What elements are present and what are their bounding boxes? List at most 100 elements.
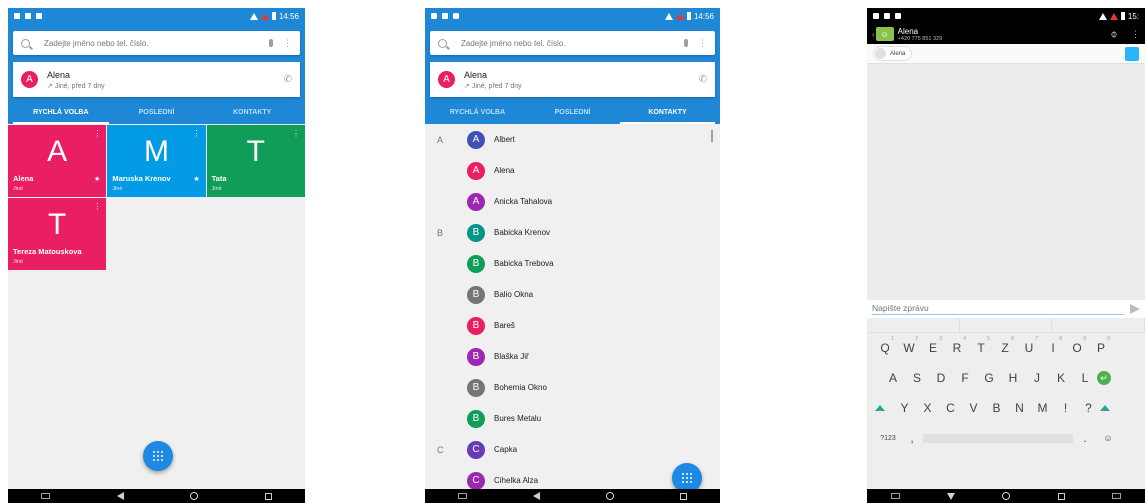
contact-row[interactable]: B Bareš: [425, 310, 720, 341]
letter-key[interactable]: B: [985, 401, 1008, 415]
letter-key[interactable]: Z6: [993, 336, 1017, 355]
battery-icon: [1120, 12, 1125, 20]
contact-row[interactable]: A Alena: [425, 155, 720, 186]
contact-row[interactable]: B Balio Okna: [425, 279, 720, 310]
hide-keyboard-button[interactable]: [947, 492, 956, 500]
tab-recent[interactable]: POSLEDNÍ: [525, 103, 620, 124]
tab-speed-dial[interactable]: RYCHLÁ VOLBA: [430, 103, 525, 124]
recent-call-card[interactable]: A Alena ↗ Jiné, před 7 dny ✆: [13, 62, 300, 97]
letter-key[interactable]: M: [1031, 401, 1054, 415]
letter-key[interactable]: J: [1025, 371, 1049, 385]
space-key[interactable]: [923, 433, 1073, 443]
emoji-key[interactable]: ☺: [1097, 433, 1119, 443]
letter-key[interactable]: N: [1008, 401, 1031, 415]
more-vert-icon[interactable]: ⋮: [93, 202, 101, 211]
recents-button[interactable]: [264, 492, 272, 500]
speed-dial-tile[interactable]: T ⋮ Tereza Matouskova Jiné: [8, 198, 107, 270]
letter-key[interactable]: C: [939, 401, 962, 415]
letter-key[interactable]: ?: [1077, 401, 1100, 415]
tab-contacts[interactable]: KONTAKTY: [204, 103, 300, 124]
add-contact-icon[interactable]: [1125, 46, 1139, 61]
call-icon[interactable]: ✆: [284, 74, 292, 85]
suggestion-slot[interactable]: [960, 318, 1053, 332]
back-button[interactable]: [533, 492, 540, 500]
letter-key[interactable]: F: [953, 371, 977, 385]
back-button[interactable]: [116, 492, 124, 500]
contact-row[interactable]: C C Capka: [425, 434, 720, 465]
speed-dial-tile[interactable]: A ⋮ Alena Jiné ★: [8, 125, 107, 197]
letter-key[interactable]: O9: [1065, 336, 1089, 355]
letter-key[interactable]: Q1: [873, 336, 897, 355]
send-icon[interactable]: [1130, 304, 1140, 314]
letter-key[interactable]: R4: [945, 336, 969, 355]
letter-key[interactable]: T5: [969, 336, 993, 355]
suggestion-slot[interactable]: [867, 318, 960, 332]
more-vert-icon[interactable]: ⋮: [698, 38, 707, 48]
contact-row[interactable]: B Bures Metalu: [425, 403, 720, 434]
recent-call-card[interactable]: A Alena ↗ Jiné, před 7 dny ✆: [430, 62, 715, 97]
contact-row[interactable]: B Bohemia Okno: [425, 372, 720, 403]
shift-key[interactable]: [1100, 405, 1110, 411]
letter-key[interactable]: K: [1049, 371, 1073, 385]
keyboard-icon[interactable]: [890, 493, 900, 499]
letter-key[interactable]: I8: [1041, 336, 1065, 355]
more-vert-icon[interactable]: ⋮: [1131, 29, 1140, 40]
dialpad-button[interactable]: [143, 441, 173, 471]
suggestion-slot[interactable]: [1052, 318, 1145, 332]
comma-key[interactable]: ,: [901, 431, 923, 445]
letter-key[interactable]: W2: [897, 336, 921, 355]
period-key[interactable]: .: [1073, 431, 1097, 445]
home-button[interactable]: [1002, 492, 1011, 500]
keyboard-icon[interactable]: [41, 493, 51, 499]
letter-key[interactable]: X: [916, 401, 939, 415]
signal-icon: [1109, 12, 1118, 20]
speed-dial-tile[interactable]: T ⋮ Tata Jiné: [206, 125, 305, 197]
call-icon[interactable]: ✆: [699, 74, 707, 85]
letter-key[interactable]: !: [1054, 401, 1077, 415]
contact-row[interactable]: A Anicka Tahalova: [425, 186, 720, 217]
letter-key[interactable]: Y: [893, 401, 916, 415]
enter-key[interactable]: ↵: [1097, 371, 1111, 385]
contact-row[interactable]: B Babicka Trebova: [425, 248, 720, 279]
tab-speed-dial[interactable]: RYCHLÁ VOLBA: [13, 103, 109, 124]
contact-avatar-icon[interactable]: ☺: [875, 27, 894, 41]
letter-key[interactable]: G: [977, 371, 1001, 385]
message-input[interactable]: Napište zprávu: [872, 303, 1124, 315]
recents-button[interactable]: [1057, 492, 1065, 500]
contact-name: Babicka Krenov: [494, 228, 551, 237]
letter-key[interactable]: P0: [1089, 336, 1113, 355]
letter-key[interactable]: U7: [1017, 336, 1041, 355]
section-letter: B: [437, 227, 444, 238]
recipient-chip[interactable]: Alena: [873, 46, 913, 61]
microphone-icon[interactable]: [269, 39, 273, 47]
contact-row[interactable]: A A Albert: [425, 124, 720, 155]
letter-key[interactable]: V: [962, 401, 985, 415]
more-vert-icon[interactable]: ⋮: [292, 129, 300, 138]
keyboard-icon[interactable]: [458, 493, 467, 499]
more-vert-icon[interactable]: ⋮: [93, 129, 101, 138]
speed-dial-tile[interactable]: M ⋮ Maruska Krenov Jiné ★: [107, 125, 206, 197]
home-button[interactable]: [190, 492, 199, 500]
back-icon[interactable]: ‹: [872, 30, 875, 39]
more-vert-icon[interactable]: ⋮: [193, 129, 201, 138]
home-button[interactable]: [606, 492, 614, 500]
letter-key[interactable]: D: [929, 371, 953, 385]
symbols-key[interactable]: ?123: [875, 435, 901, 442]
shift-key[interactable]: [875, 405, 885, 411]
tab-recent[interactable]: POSLEDNÍ: [109, 103, 205, 124]
recents-button[interactable]: [680, 492, 687, 500]
tab-contacts[interactable]: KONTAKTY: [620, 103, 715, 124]
contact-row[interactable]: B B Babicka Krenov: [425, 217, 720, 248]
microphone-icon[interactable]: [684, 39, 688, 47]
letter-key[interactable]: E3: [921, 336, 945, 355]
more-vert-icon[interactable]: ⋮: [283, 38, 292, 48]
contact-row[interactable]: B Blaška Jiř: [425, 341, 720, 372]
search-input[interactable]: Zadejte jméno nebo tel. číslo. ⋮: [13, 31, 300, 55]
letter-key[interactable]: A: [881, 371, 905, 385]
letter-key[interactable]: S: [905, 371, 929, 385]
scrollbar[interactable]: [711, 130, 713, 142]
letter-key[interactable]: L: [1073, 371, 1097, 385]
search-input[interactable]: Zadejte jméno nebo tel. číslo. ⋮: [430, 31, 715, 55]
keyboard-switch-icon[interactable]: [1112, 493, 1122, 499]
letter-key[interactable]: H: [1001, 371, 1025, 385]
